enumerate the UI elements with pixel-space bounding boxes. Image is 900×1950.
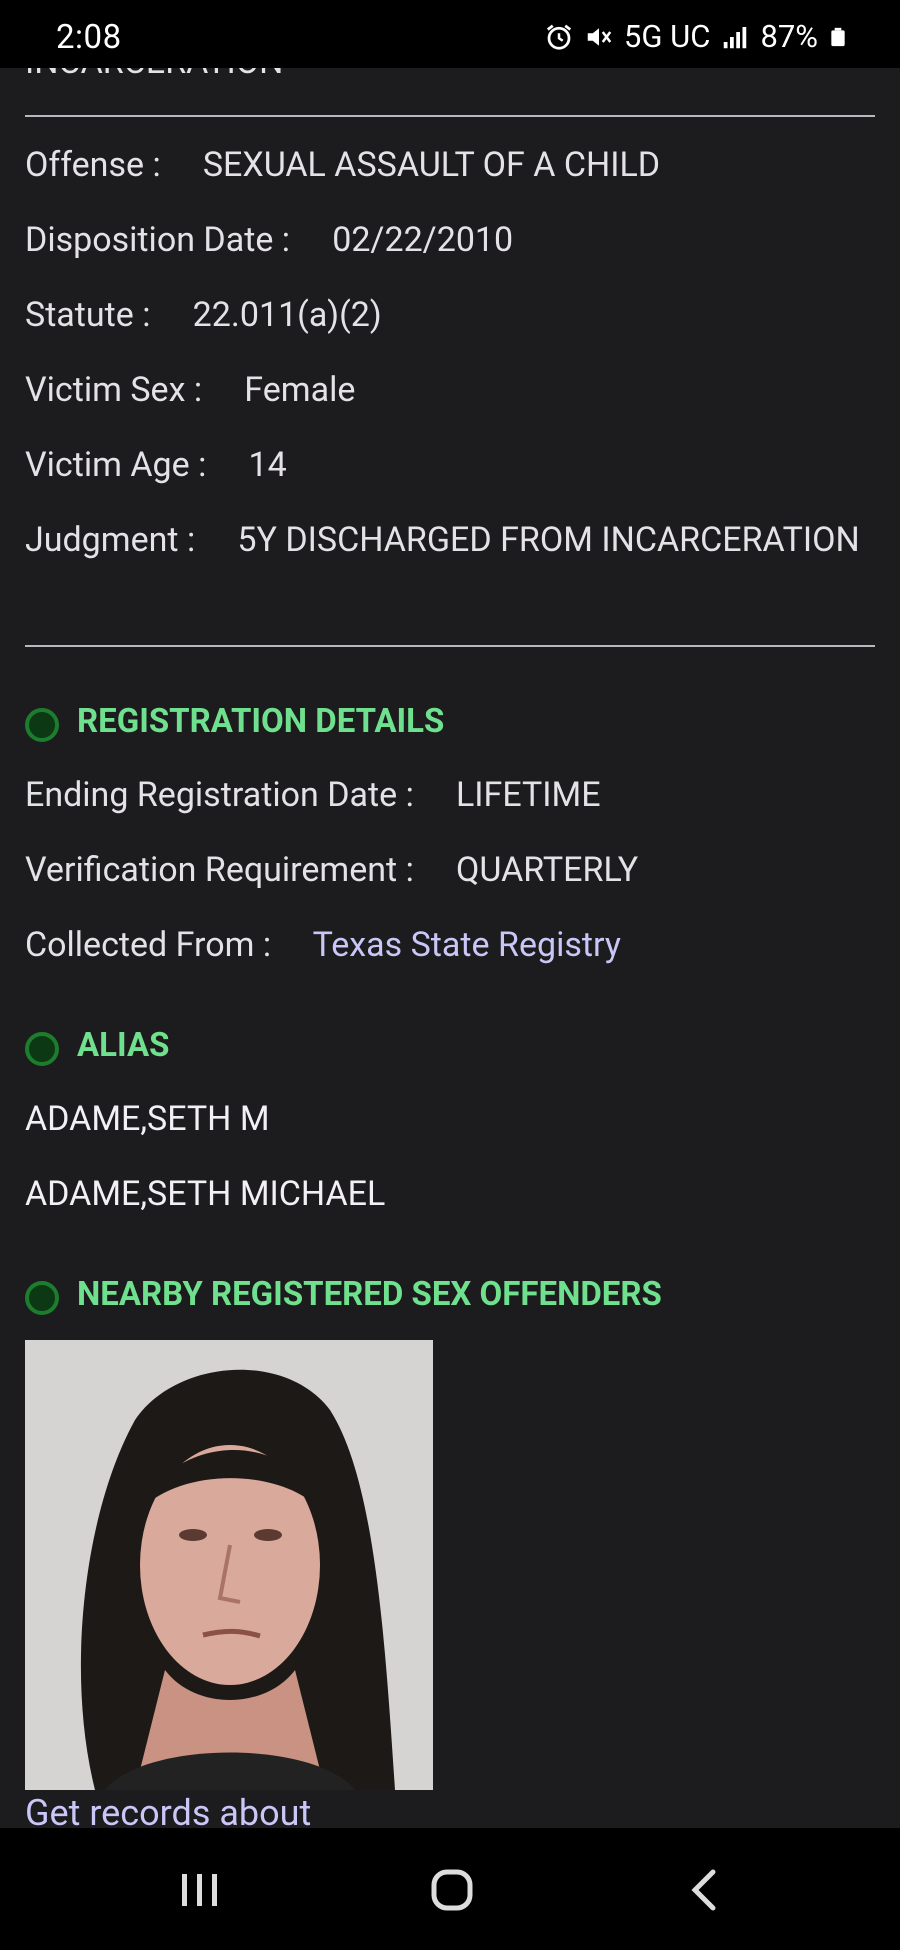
back-icon[interactable]	[665, 1850, 745, 1930]
judgment-value: 5Y DISCHARGED FROM INCARCERATION	[237, 520, 860, 560]
alias-item: ADAME,SETH MICHAEL	[25, 1174, 386, 1214]
ending-registration-label: Ending Registration Date :	[25, 775, 414, 815]
bullet-icon	[25, 708, 59, 742]
registration-section-title: REGISTRATION DETAILS	[25, 700, 444, 742]
network-label: 5G UC	[623, 18, 711, 55]
ending-registration-value: LIFETIME	[456, 775, 601, 815]
verification-row: Verification Requirement : QUARTERLY	[25, 853, 638, 887]
offense-row: Offense : SEXUAL ASSAULT OF A CHILD	[25, 148, 660, 182]
battery-percent: 87%	[760, 18, 818, 55]
battery-icon	[831, 27, 845, 46]
victim-sex-row: Victim Sex : Female	[25, 373, 355, 407]
registration-title-text: REGISTRATION DETAILS	[77, 701, 445, 741]
ending-registration-row: Ending Registration Date : LIFETIME	[25, 778, 601, 812]
verification-value: QUARTERLY	[456, 850, 639, 890]
alias-section-title: ALIAS	[25, 1024, 169, 1066]
home-icon[interactable]	[412, 1850, 492, 1930]
statute-label: Statute :	[25, 295, 151, 335]
divider	[25, 645, 875, 647]
status-time: 2:08	[56, 18, 122, 57]
statute-row: Statute : 22.011(a)(2)	[25, 298, 382, 332]
offense-value: SEXUAL ASSAULT OF A CHILD	[202, 145, 661, 185]
collected-from-link[interactable]: Texas State Registry	[313, 925, 621, 965]
disposition-label: Disposition Date :	[25, 220, 291, 260]
statute-value: 22.011(a)(2)	[192, 295, 382, 335]
offense-label: Offense :	[25, 145, 161, 185]
alias-title-text: ALIAS	[77, 1025, 170, 1065]
collected-from-row: Collected From : Texas State Registry	[25, 928, 621, 962]
disposition-row: Disposition Date : 02/22/2010	[25, 223, 513, 257]
recent-apps-icon[interactable]	[160, 1850, 240, 1930]
bullet-icon	[25, 1032, 59, 1066]
signal-icon	[724, 26, 747, 48]
nearby-section-title: NEARBY REGISTERED SEX OFFENDERS	[25, 1273, 662, 1315]
judgment-label: Judgment :	[25, 520, 196, 560]
victim-sex-value: Female	[244, 370, 356, 410]
collected-from-label: Collected From :	[25, 925, 272, 965]
alias-item: ADAME,SETH M	[25, 1099, 270, 1139]
alarm-icon	[546, 24, 571, 50]
status-icons: 5G UC 87%	[544, 18, 848, 55]
victim-sex-label: Victim Sex :	[25, 370, 203, 410]
judgment-row: Judgment : 5Y DISCHARGED FROM INCARCERAT…	[25, 513, 875, 567]
victim-age-value: 14	[248, 445, 287, 485]
navigation-bar	[0, 1828, 900, 1950]
victim-age-label: Victim Age :	[25, 445, 207, 485]
offender-photo[interactable]	[25, 1340, 433, 1790]
disposition-value: 02/22/2010	[332, 220, 514, 260]
victim-age-row: Victim Age : 14	[25, 448, 287, 482]
bullet-icon	[25, 1281, 59, 1315]
mute-icon	[587, 27, 612, 46]
divider	[25, 115, 875, 117]
verification-label: Verification Requirement :	[25, 850, 414, 890]
nearby-title-text: NEARBY REGISTERED SEX OFFENDERS	[77, 1274, 662, 1314]
status-bar: 2:08 5G UC 87%	[0, 0, 900, 68]
mugshot-image	[25, 1340, 433, 1790]
